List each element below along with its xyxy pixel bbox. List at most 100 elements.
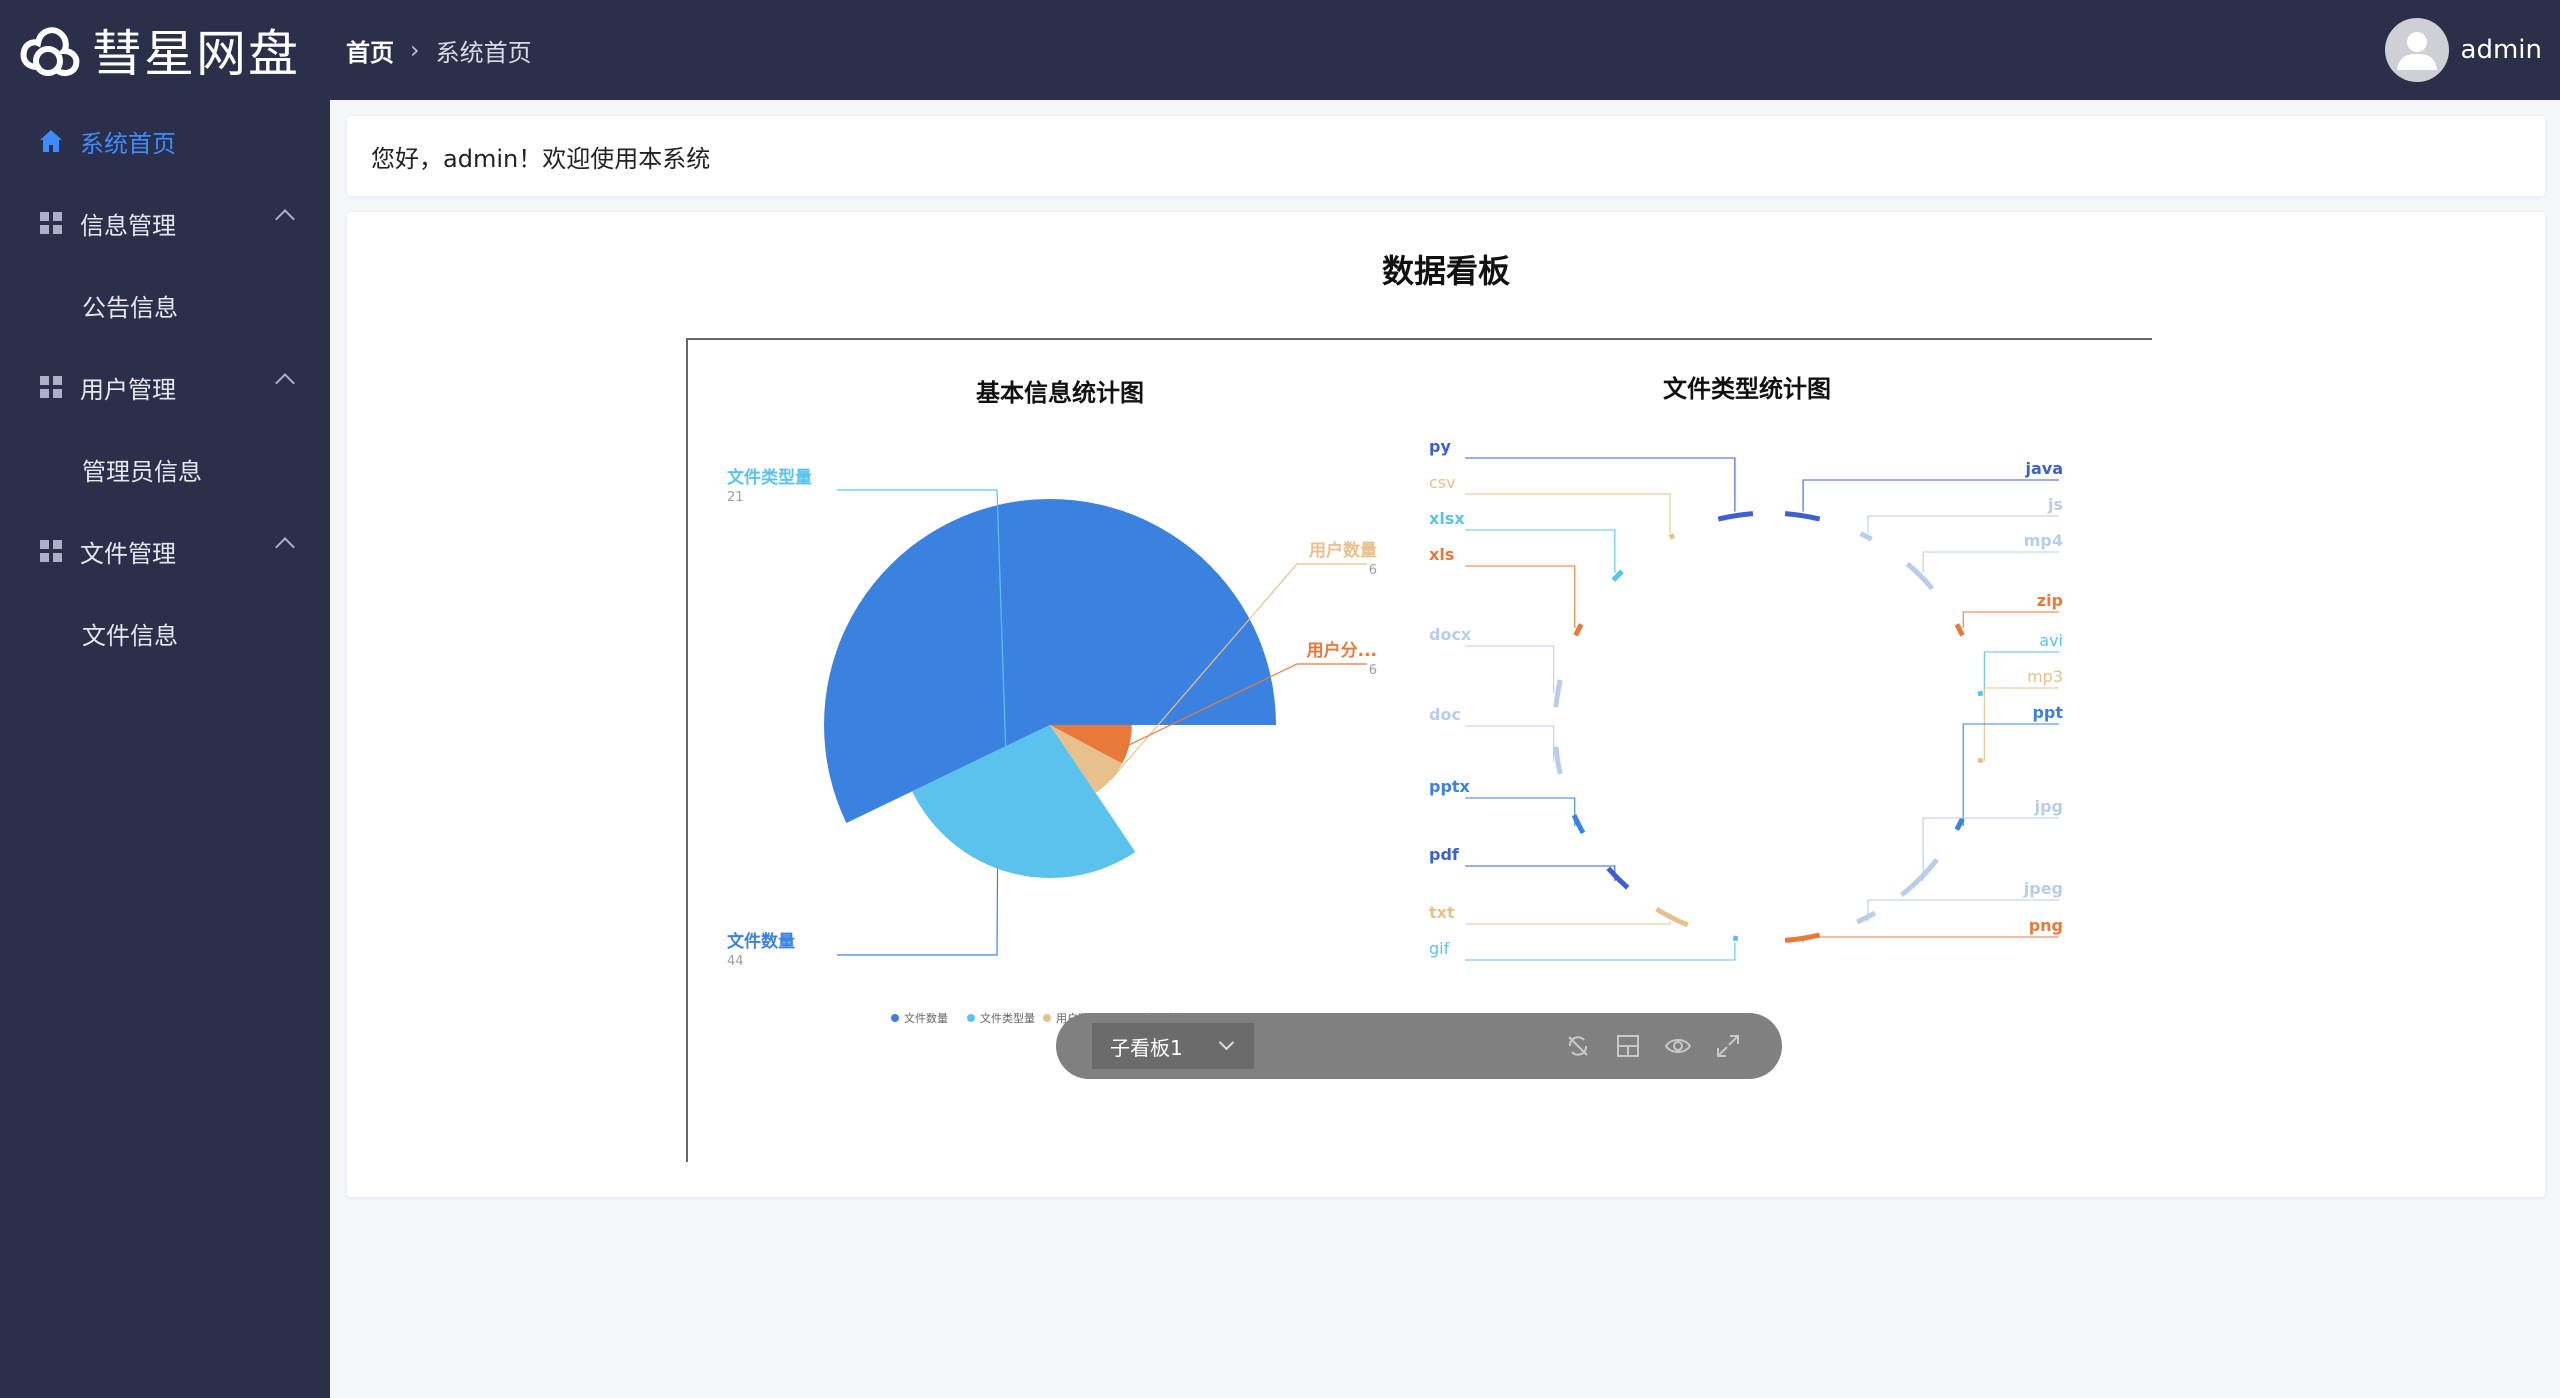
ring-label: pdf [1429, 845, 1460, 864]
sidebar-subitem-label: 公告信息 [82, 293, 178, 322]
sidebar-subitem-label: 管理员信息 [82, 457, 202, 486]
sidebar-item-label: 信息管理 [80, 211, 176, 240]
ring-label: doc [1429, 705, 1461, 724]
sidebar-item-file-management[interactable]: 文件管理 [0, 510, 330, 592]
ring-segment[interactable] [1905, 561, 1935, 591]
ring-label: mp3 [2027, 667, 2063, 686]
grid-icon [40, 376, 62, 398]
ring-segment[interactable] [1717, 511, 1754, 522]
ring-label: mp4 [2024, 531, 2063, 550]
pie-label: 文件数量 [727, 931, 795, 952]
ring-segment[interactable] [1655, 906, 1689, 928]
home-icon [40, 130, 62, 152]
panel-select-value: 子看板1 [1110, 1035, 1183, 1060]
breadcrumb-current: 系统首页 [435, 38, 532, 67]
ring-segment[interactable] [1553, 746, 1563, 775]
ring-leader-line [1465, 942, 1736, 961]
rose-pie-chart: 文件数量 44 文件类型量 21 用户数量 6 用户分... 6 [727, 467, 1377, 969]
breadcrumb-home-link[interactable]: 首页 [346, 33, 394, 68]
pie-value-label: 6 [1369, 663, 1377, 678]
app-logo[interactable]: 彗星网盘 [0, 14, 330, 86]
ring-label: jpg [2034, 797, 2063, 816]
sidebar-item-home[interactable]: 系统首页 [0, 100, 330, 182]
ring-label: xlsx [1429, 509, 1465, 528]
ring-segment[interactable] [1573, 623, 1584, 637]
layout-icon[interactable] [1614, 1032, 1642, 1060]
sidebar: 系统首页 信息管理 公告信息 用户管理 管理员信息 文件管理 文件信息 [0, 100, 330, 1398]
pie-label: 用户分... [1307, 640, 1377, 661]
ring-label: js [2047, 495, 2063, 514]
ring-segment[interactable] [1954, 623, 1965, 637]
ring-leader-line [1983, 687, 2059, 762]
ring-segment[interactable] [1859, 531, 1873, 542]
ring-segment[interactable] [1977, 757, 1984, 764]
ring-leader-line [1465, 865, 1616, 882]
ring-label: avi [2039, 631, 2063, 650]
ring-leader-line [1465, 797, 1576, 826]
legend-marker[interactable] [891, 1014, 899, 1022]
legend-label[interactable]: 文件数量 [904, 1011, 948, 1025]
sidebar-subitem-file-info[interactable]: 文件信息 [0, 592, 330, 674]
top-navbar: 彗星网盘 首页 › 系统首页 admin [0, 0, 2560, 100]
ring-leader-line [1465, 565, 1576, 629]
avatar[interactable] [2384, 18, 2449, 82]
chevron-right-icon: › [410, 36, 420, 64]
ring-label: png [2029, 916, 2063, 935]
welcome-text: 您好，admin！欢迎使用本系统 [371, 144, 711, 173]
pie-label: 文件类型量 [727, 467, 812, 488]
pie-value-label: 44 [727, 954, 744, 969]
chevron-up-icon [275, 209, 295, 229]
pie-value-label: 21 [727, 490, 744, 505]
eye-icon[interactable] [1664, 1032, 1692, 1060]
ring-label: pptx [1429, 777, 1471, 796]
panel-select[interactable]: 子看板1 [1092, 1023, 1254, 1069]
user-menu[interactable]: admin [2384, 18, 2542, 82]
chevron-down-icon [1218, 1034, 1235, 1051]
ring-segment[interactable] [1668, 532, 1676, 540]
pie-value-label: 6 [1369, 563, 1377, 578]
ring-label: jpeg [2023, 879, 2063, 898]
ring-segment[interactable] [1784, 511, 1821, 522]
sidebar-item-info-management[interactable]: 信息管理 [0, 182, 330, 264]
ring-segment[interactable] [1784, 932, 1821, 943]
grid-icon [40, 540, 62, 562]
cloud-logo-icon [20, 27, 80, 76]
legend-marker[interactable] [1043, 1014, 1051, 1022]
sidebar-subitem-announcements[interactable]: 公告信息 [0, 264, 330, 346]
chevron-up-icon [275, 373, 295, 393]
no-sync-icon[interactable] [1564, 1032, 1592, 1060]
chart-title-file-types: 文件类型统计图 [1663, 375, 1831, 403]
chart-title-basic-info: 基本信息统计图 [976, 379, 1144, 407]
ring-label: java [2024, 459, 2063, 478]
legend-label[interactable]: 文件类型量 [980, 1011, 1035, 1025]
fullscreen-icon[interactable] [1714, 1032, 1742, 1060]
breadcrumb: 首页 › 系统首页 [346, 33, 532, 68]
ring-leader-line [1465, 457, 1736, 512]
ring-segment[interactable] [1606, 866, 1630, 890]
ring-label: docx [1429, 625, 1472, 644]
ring-leader-line [1922, 551, 2059, 573]
ring-segment[interactable] [1553, 679, 1563, 708]
ring-label: txt [1429, 903, 1455, 922]
ring-segment[interactable] [1977, 690, 1984, 697]
ring-segment[interactable] [1571, 814, 1586, 835]
legend-marker[interactable] [967, 1014, 975, 1022]
ring-segment[interactable] [1954, 817, 1965, 831]
ring-leader-line [1465, 493, 1671, 533]
chevron-up-icon [275, 537, 295, 557]
pie-label: 用户数量 [1309, 540, 1377, 561]
welcome-card: 您好，admin！欢迎使用本系统 [347, 116, 2545, 196]
ring-segment[interactable] [1732, 935, 1739, 942]
user-avatar-icon [2396, 32, 2437, 70]
ring-segment[interactable] [1900, 858, 1939, 897]
app-name: 彗星网盘 [92, 25, 300, 83]
ring-label: zip [2037, 591, 2063, 610]
ring-leader-line [1922, 817, 2059, 882]
ring-segment[interactable] [1856, 910, 1877, 925]
sidebar-item-label: 用户管理 [80, 375, 176, 404]
sidebar-item-user-management[interactable]: 用户管理 [0, 346, 330, 428]
sidebar-subitem-admin-info[interactable]: 管理员信息 [0, 428, 330, 510]
user-name: admin [2460, 35, 2542, 65]
ring-leader-line [1465, 921, 1671, 925]
ring-label: xls [1429, 545, 1454, 564]
